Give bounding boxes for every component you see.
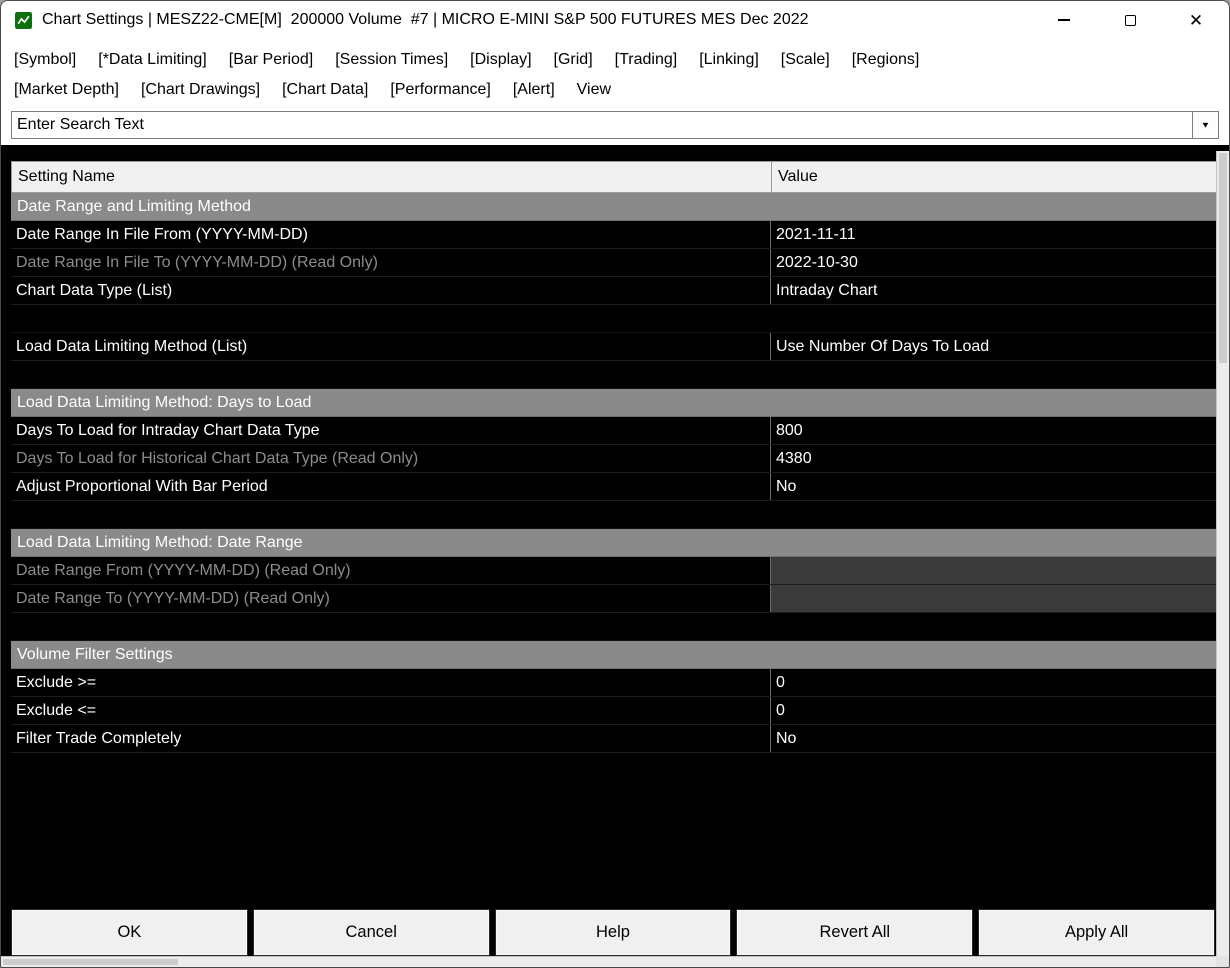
menu-item-symbol[interactable]: [Symbol]: [14, 47, 76, 73]
setting-row-exclude: Exclude >= 0: [11, 669, 1217, 697]
menu-item-data-limiting[interactable]: [*Data Limiting]: [98, 47, 207, 73]
setting-label: Exclude >=: [11, 669, 771, 696]
menu-item-regions[interactable]: [Regions]: [852, 47, 920, 73]
setting-label: Filter Trade Completely: [11, 725, 771, 752]
cancel-button[interactable]: Cancel: [252, 909, 490, 956]
section-header-volume-filter-settings: Volume Filter Settings: [11, 641, 1217, 669]
maximize-button[interactable]: [1097, 1, 1163, 39]
menu-item-linking[interactable]: [Linking]: [699, 47, 759, 73]
chart-settings-window: Chart Settings | MESZ22-CME[M] 200000 Vo…: [0, 0, 1230, 968]
menu-item-trading[interactable]: [Trading]: [615, 47, 678, 73]
setting-value[interactable]: No: [771, 725, 1217, 752]
window-title: Chart Settings | MESZ22-CME[M] 200000 Vo…: [42, 11, 809, 28]
setting-label: Days To Load for Historical Chart Data T…: [11, 445, 771, 472]
menu-item-scale[interactable]: [Scale]: [781, 47, 830, 73]
blank-row: [11, 361, 1217, 389]
search-input[interactable]: [12, 112, 1192, 138]
setting-row-days-to-load-for-intraday-chart-data-type: Days To Load for Intraday Chart Data Typ…: [11, 417, 1217, 445]
app-icon: [15, 11, 32, 29]
setting-value: [771, 585, 1217, 612]
vertical-scrollbar[interactable]: [1216, 151, 1229, 956]
setting-row-date-range-in-file-to-yyyy-mm-dd-read-only: Date Range In File To (YYYY-MM-DD) (Read…: [11, 249, 1217, 277]
menu-row-2: [Market Depth] [Chart Drawings] [Chart Dat…: [14, 77, 1216, 103]
menu-item-chart-drawings[interactable]: [Chart Drawings]: [141, 77, 260, 103]
horizontal-scrollbar[interactable]: [1, 956, 1216, 967]
menu-item-display[interactable]: [Display]: [470, 47, 531, 73]
setting-value[interactable]: Intraday Chart: [771, 277, 1217, 304]
setting-value[interactable]: 0: [771, 669, 1217, 696]
menu-item-performance[interactable]: [Performance]: [390, 77, 490, 103]
setting-label: Exclude <=: [11, 697, 771, 724]
setting-row-adjust-proportional-with-bar-period: Adjust Proportional With Bar Period No: [11, 473, 1217, 501]
section-header-load-data-limiting-method-days-to-load: Load Data Limiting Method: Days to Load: [11, 389, 1217, 417]
window-controls: ✕: [1031, 1, 1229, 39]
scrollbar-corner: [1216, 956, 1229, 967]
section-header-load-data-limiting-method-date-range: Load Data Limiting Method: Date Range: [11, 529, 1217, 557]
setting-row-date-range-in-file-from-yyyy-mm-dd: Date Range In File From (YYYY-MM-DD) 2021…: [11, 221, 1217, 249]
menu-item-view[interactable]: View: [577, 77, 611, 103]
setting-label: Days To Load for Intraday Chart Data Typ…: [11, 417, 771, 444]
setting-label: Chart Data Type (List): [11, 277, 771, 304]
setting-value: 4380: [776, 449, 812, 467]
setting-row-date-range-from-yyyy-mm-dd-read-only: Date Range From (YYYY-MM-DD) (Read Only): [11, 557, 1217, 585]
help-button[interactable]: Help: [494, 909, 732, 956]
setting-label: Date Range To (YYYY-MM-DD) (Read Only): [11, 585, 771, 612]
horizontal-scrollbar-thumb[interactable]: [3, 959, 178, 965]
column-header-setting-name: Setting Name: [12, 162, 772, 192]
close-icon: ✕: [1188, 10, 1204, 30]
window-top-area: Chart Settings | MESZ22-CME[M] 200000 Vo…: [1, 1, 1229, 145]
setting-row-chart-data-type-list: Chart Data Type (List) Intraday Chart: [11, 277, 1217, 305]
blank-row: [11, 305, 1217, 333]
setting-value: [771, 557, 1217, 584]
settings-table: Setting Name Value Date Range and Limiti…: [11, 161, 1217, 753]
setting-row-filter-trade-completely: Filter Trade Completely No: [11, 725, 1217, 753]
minimize-button[interactable]: [1031, 1, 1097, 39]
menu-row-1: [Symbol] [*Data Limiting] [Bar Period] [Ses…: [14, 47, 1216, 73]
menu-item-bar-period[interactable]: [Bar Period]: [229, 47, 313, 73]
setting-value[interactable]: Use Number Of Days To Load: [771, 333, 1217, 360]
menu-bar: [Symbol] [*Data Limiting] [Bar Period] [Ses…: [1, 39, 1229, 109]
menu-item-session-times[interactable]: [Session Times]: [335, 47, 448, 73]
search-dropdown-button[interactable]: ▼: [1192, 112, 1218, 138]
table-header-row: Setting Name Value: [11, 161, 1217, 193]
setting-row-date-range-to-yyyy-mm-dd-read-only: Date Range To (YYYY-MM-DD) (Read Only): [11, 585, 1217, 613]
ok-button[interactable]: OK: [11, 909, 248, 956]
chevron-down-icon: ▼: [1200, 120, 1211, 130]
setting-label: Date Range In File To (YYYY-MM-DD) (Read…: [11, 249, 771, 276]
close-button[interactable]: ✕: [1163, 1, 1229, 39]
menu-item-market-depth[interactable]: [Market Depth]: [14, 77, 119, 103]
setting-value[interactable]: 2021-11-11: [771, 221, 1217, 248]
menu-item-alert[interactable]: [Alert]: [513, 77, 555, 103]
section-header-date-range-and-limiting-method: Date Range and Limiting Method: [11, 193, 1217, 221]
blank-row: [11, 613, 1217, 641]
setting-value[interactable]: 0: [771, 697, 1217, 724]
setting-label: Load Data Limiting Method (List): [11, 333, 771, 360]
minimize-icon: [1058, 19, 1070, 21]
settings-rows: Date Range and Limiting Method Date Range…: [11, 193, 1217, 753]
blank-row: [11, 501, 1217, 529]
setting-row-days-to-load-for-historical-chart-data-type-read-only: Days To Load for Historical Chart Data T…: [11, 445, 1217, 473]
setting-label: Date Range In File From (YYYY-MM-DD): [11, 221, 771, 248]
revert-all-button[interactable]: Revert All: [736, 909, 974, 956]
search-combobox: ▼: [11, 111, 1219, 139]
setting-row-load-data-limiting-method-list: Load Data Limiting Method (List) Use Numb…: [11, 333, 1217, 361]
setting-value[interactable]: 800: [771, 417, 1217, 444]
titlebar: Chart Settings | MESZ22-CME[M] 200000 Vo…: [1, 1, 1229, 39]
setting-label: Adjust Proportional With Bar Period: [11, 473, 771, 500]
apply-all-button[interactable]: Apply All: [978, 909, 1215, 956]
setting-value[interactable]: No: [771, 473, 1217, 500]
column-header-value: Value: [778, 168, 818, 185]
menu-item-grid[interactable]: [Grid]: [554, 47, 593, 73]
setting-row-exclude: Exclude <= 0: [11, 697, 1217, 725]
vertical-scrollbar-thumb[interactable]: [1219, 153, 1227, 363]
maximize-icon: [1124, 14, 1136, 26]
setting-label: Date Range From (YYYY-MM-DD) (Read Only): [11, 557, 771, 584]
menu-item-chart-data[interactable]: [Chart Data]: [282, 77, 368, 103]
dialog-button-row: OK Cancel Help Revert All Apply All: [11, 909, 1215, 956]
setting-value: 2022-10-30: [776, 253, 858, 271]
